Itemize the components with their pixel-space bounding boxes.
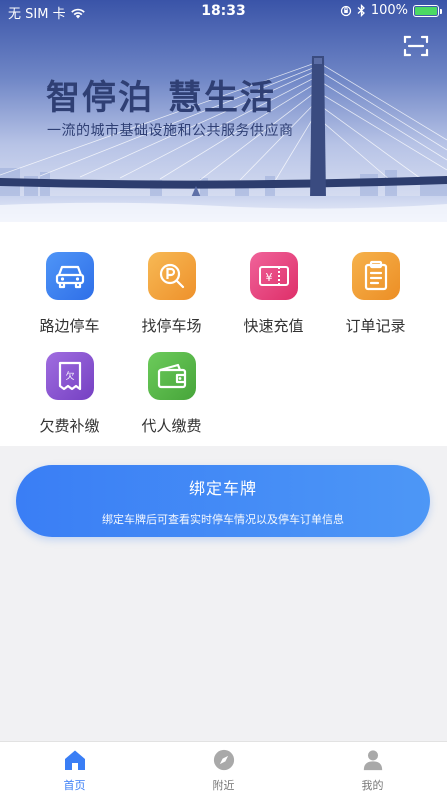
battery-icon — [413, 4, 442, 17]
banner-subtitle: 一流的城市基础设施和公共服务供应商 — [47, 123, 294, 139]
menu-item-roadside-parking[interactable]: 路边停车 — [14, 252, 125, 336]
menu-item-overdue-payment[interactable]: 欠 欠费补缴 — [14, 352, 125, 436]
compass-icon — [213, 749, 234, 771]
menu-label: 找停车场 — [141, 317, 202, 335]
car-icon — [45, 252, 94, 300]
menu-label: 路边停车 — [39, 317, 100, 335]
tab-home[interactable]: 首页 — [0, 742, 149, 794]
yuan-ticket-icon: ¥ — [249, 252, 298, 300]
bind-plate-description: 绑定车牌后可查看实时停车情况以及停车订单信息 — [102, 513, 344, 526]
tab-nearby[interactable]: 附近 — [149, 742, 298, 794]
service-menu: 路边停车 找停车场 ¥ 快速充值 订单记录 欠 欠费补缴 代人缴费 — [0, 222, 447, 446]
menu-item-pay-for-others[interactable]: 代人缴费 — [116, 352, 227, 436]
home-icon — [64, 750, 85, 770]
bind-plate-button[interactable]: 绑定车牌 绑定车牌后可查看实时停车情况以及停车订单信息 — [16, 465, 430, 537]
battery-percent: 100% — [370, 3, 408, 18]
rotation-lock-icon — [340, 5, 351, 16]
menu-item-find-parking-lot[interactable]: 找停车场 — [116, 252, 227, 336]
svg-text:欠: 欠 — [65, 370, 74, 382]
menu-item-order-records[interactable]: 订单记录 — [320, 252, 431, 336]
status-bar: 无 SIM 卡 18:33 100% — [0, 0, 447, 22]
hero-banner: 智停泊 慧生活 一流的城市基础设施和公共服务供应商 — [0, 0, 447, 222]
tab-profile[interactable]: 我的 — [298, 742, 447, 794]
bind-plate-title: 绑定车牌 — [188, 479, 257, 498]
wallet-icon — [147, 352, 196, 400]
menu-label: 订单记录 — [345, 317, 406, 335]
svg-text:¥: ¥ — [265, 271, 272, 284]
clipboard-icon — [351, 252, 400, 300]
tab-label: 我的 — [361, 779, 384, 792]
parking-search-icon — [147, 252, 196, 300]
banner-title: 智停泊 慧生活 — [46, 78, 276, 118]
scan-icon[interactable] — [403, 34, 429, 58]
bluetooth-icon — [357, 4, 365, 17]
bottom-tab-bar: 首页 附近 我的 — [0, 741, 447, 794]
tab-label: 附近 — [212, 779, 235, 792]
overdue-receipt-icon: 欠 — [45, 352, 94, 400]
menu-item-quick-recharge[interactable]: ¥ 快速充值 — [218, 252, 329, 336]
menu-label: 快速充值 — [243, 317, 304, 335]
user-icon — [363, 750, 382, 771]
menu-label: 欠费补缴 — [39, 417, 100, 435]
menu-label: 代人缴费 — [141, 417, 202, 435]
tab-label: 首页 — [63, 779, 86, 792]
